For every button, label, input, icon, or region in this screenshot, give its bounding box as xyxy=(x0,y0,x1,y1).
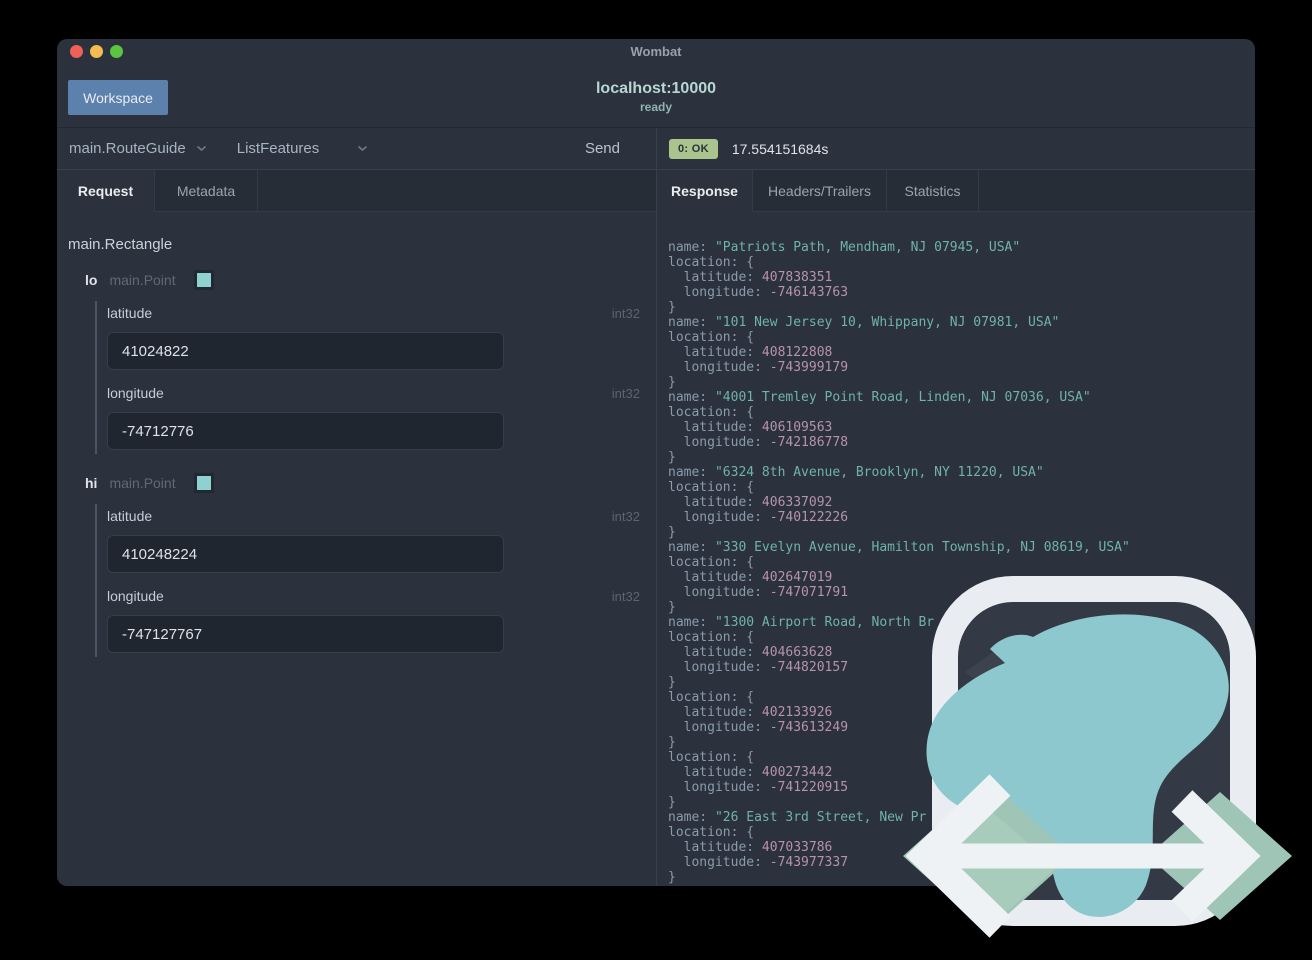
field-label: longitude xyxy=(107,385,164,401)
tab-response[interactable]: Response xyxy=(657,170,753,212)
chevron-down-icon xyxy=(358,145,368,152)
request-tabs: Request Metadata xyxy=(57,170,656,212)
lo-latitude-input[interactable] xyxy=(107,332,504,370)
field-type-label: int32 xyxy=(611,588,640,604)
message-type-label: main.Rectangle xyxy=(68,236,173,253)
response-pane: 0: OK 17.554151684s Response Headers/Tra… xyxy=(657,128,1255,886)
field-type: main.Point xyxy=(109,272,176,288)
status-badge: 0: OK xyxy=(669,138,718,159)
response-toolbar: 0: OK 17.554151684s xyxy=(657,128,1255,170)
hi-latitude-input[interactable] xyxy=(107,535,504,573)
field-group-lo-body: latitude int32 longitude int32 xyxy=(95,301,645,454)
tab-filler xyxy=(979,170,1255,212)
request-form: main.Rectangle lo main.Point latitude in… xyxy=(57,212,656,886)
service-select[interactable]: main.RouteGuide xyxy=(69,140,207,157)
field-type-label: int32 xyxy=(611,305,640,321)
send-button[interactable]: Send xyxy=(585,140,620,157)
app-window: Wombat Workspace localhost:10000 ready m… xyxy=(57,39,1255,886)
window-title: Wombat xyxy=(630,44,682,59)
call-duration: 17.554151684s xyxy=(731,140,829,157)
field-row: longitude int32 xyxy=(107,587,645,605)
hi-point-checkbox[interactable] xyxy=(193,473,214,493)
chevron-down-icon xyxy=(196,145,206,152)
response-output: name: "Patriots Path, Mendham, NJ 07945,… xyxy=(668,240,1130,886)
lo-point-checkbox[interactable] xyxy=(193,270,214,290)
field-label: longitude xyxy=(107,588,164,604)
server-status: ready xyxy=(639,100,673,114)
field-type-label: int32 xyxy=(611,508,640,524)
request-pane: main.RouteGuide ListFeatures Send Reques… xyxy=(57,128,656,886)
server-info: localhost:10000 ready xyxy=(57,80,1255,114)
tab-filler xyxy=(258,170,656,212)
field-group-lo-header: lo main.Point xyxy=(85,269,645,291)
server-address: localhost:10000 xyxy=(595,80,717,97)
field-row: longitude int32 xyxy=(107,384,645,402)
field-type-label: int32 xyxy=(611,385,640,401)
title-bar: Wombat Workspace localhost:10000 ready xyxy=(57,39,1255,128)
response-tabs: Response Headers/Trailers Statistics xyxy=(657,170,1255,212)
tab-request[interactable]: Request xyxy=(57,170,155,212)
field-row: latitude int32 xyxy=(107,507,645,525)
tab-metadata[interactable]: Metadata xyxy=(155,170,258,212)
field-group-hi-header: hi main.Point xyxy=(85,472,645,494)
field-label: latitude xyxy=(107,305,153,321)
hi-longitude-input[interactable] xyxy=(107,615,504,653)
method-select[interactable]: ListFeatures xyxy=(237,140,369,157)
checkbox-fill-icon xyxy=(196,273,211,287)
tab-statistics[interactable]: Statistics xyxy=(887,170,979,212)
request-toolbar: main.RouteGuide ListFeatures Send xyxy=(57,128,656,170)
method-select-value: ListFeatures xyxy=(236,140,320,157)
checkbox-fill-icon xyxy=(196,476,211,490)
service-select-value: main.RouteGuide xyxy=(69,140,186,157)
field-group-hi-body: latitude int32 longitude int32 xyxy=(95,504,645,657)
lo-longitude-input[interactable] xyxy=(107,412,504,450)
field-row: latitude int32 xyxy=(107,304,645,322)
field-type: main.Point xyxy=(109,475,176,491)
field-name: hi xyxy=(85,475,98,491)
tab-headers-trailers[interactable]: Headers/Trailers xyxy=(753,170,887,212)
field-label: latitude xyxy=(107,508,153,524)
field-name: lo xyxy=(85,272,98,288)
